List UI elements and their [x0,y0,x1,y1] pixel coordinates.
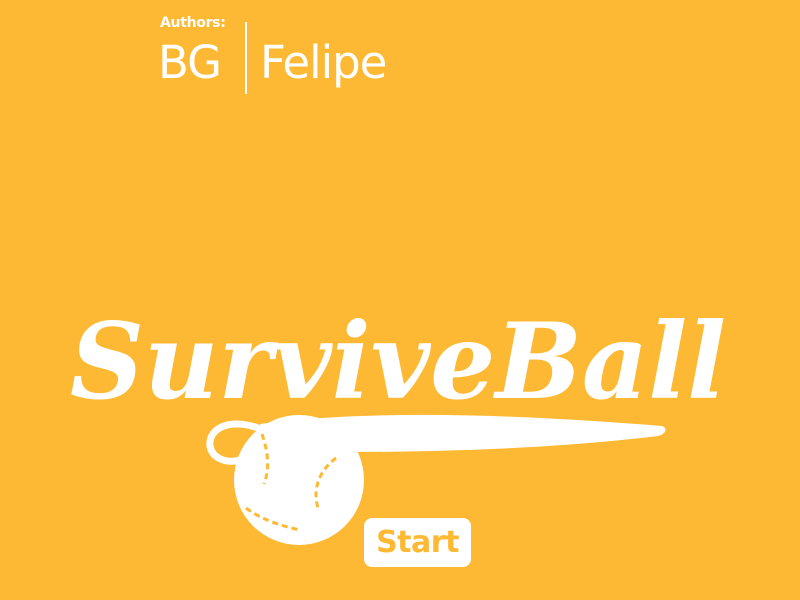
start-button[interactable]: Start [364,518,471,567]
game-logo: SurviveBall [70,299,726,545]
game-title: SurviveBall [70,299,726,423]
tennis-ball-icon [206,415,364,545]
start-button-label: Start [376,524,459,560]
